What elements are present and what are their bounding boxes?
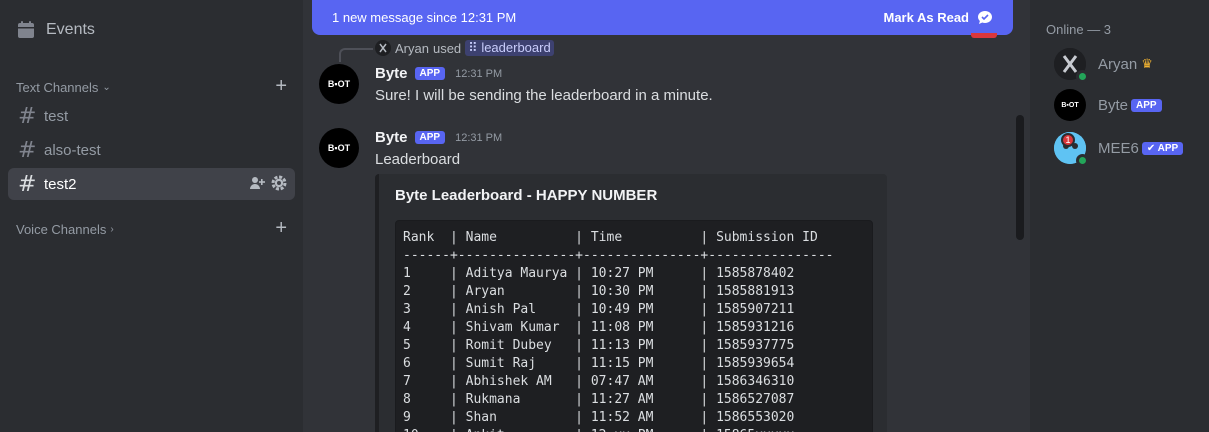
events-label: Events (46, 21, 95, 38)
message-header: Byte APP 12:31 PM (375, 65, 502, 82)
author-name[interactable]: Byte (375, 129, 408, 146)
channel-label: test2 (44, 175, 77, 193)
channel-item-test2[interactable]: # test2 (8, 168, 295, 200)
channel-label: test (44, 107, 69, 125)
leaderboard-code-block: Rank | Name | Time | Submission ID -----… (395, 220, 873, 432)
member-list: Online — 3 Aryan ♛ B▪OT Byte APP 1 MEE6 … (1030, 0, 1209, 432)
bot-logo-icon: B▪OT (327, 79, 351, 89)
avatar: B▪OT (1054, 89, 1086, 121)
chat-area: 1 new message since 12:31 PM Mark As Rea… (303, 0, 1030, 432)
author-name[interactable]: Byte (375, 65, 408, 82)
checkmark-icon: ✔ (1146, 142, 1158, 154)
channel-item-also-test[interactable]: # also-test (8, 134, 295, 166)
member-name: Byte (1098, 96, 1129, 114)
mark-as-read-label: Mark As Read (883, 10, 970, 25)
channel-label: also-test (44, 141, 101, 159)
member-name: MEE6 (1098, 139, 1139, 157)
mark-as-read-button[interactable]: Mark As Read (884, 10, 994, 26)
online-heading: Online — 3 (1046, 22, 1112, 37)
member-item-byte[interactable]: B▪OT Byte APP (1054, 84, 1204, 126)
leaderboard-embed: Byte Leaderboard - HAPPY NUMBER Rank | N… (375, 174, 887, 432)
notification-badge: 1 (1061, 133, 1075, 147)
add-channel-icon[interactable]: + (275, 217, 287, 239)
avatar: 1 (1054, 132, 1089, 167)
category-text-channels[interactable]: Text Channels ⌄ + (8, 75, 295, 99)
member-name: Aryan (1098, 55, 1138, 73)
user-avatar-small-icon (375, 40, 391, 56)
calendar-icon (18, 21, 34, 38)
category-label: Text Channels (16, 79, 99, 95)
message-content: Leaderboard (375, 151, 461, 168)
embed-title: Byte Leaderboard - HAPPY NUMBER (395, 187, 658, 204)
app-badge: APP (414, 67, 446, 80)
slash-command-chip[interactable]: ⠿ leaderboard (465, 40, 554, 56)
app-badge: APP (414, 131, 446, 144)
mark-read-icon (978, 10, 992, 24)
message-content: Sure! I will be sending the leaderboard … (375, 87, 713, 104)
chevron-right-icon: › (110, 223, 114, 235)
hash-locked-icon: # (18, 103, 37, 129)
member-item-aryan[interactable]: Aryan ♛ (1054, 43, 1204, 85)
new-messages-text: 1 new message since 12:31 PM (332, 10, 517, 25)
reply-verb: used (432, 40, 462, 56)
avatar[interactable]: B▪OT (319, 128, 359, 168)
mention-badge (971, 33, 997, 38)
app-badge: APP (1131, 98, 1162, 112)
add-channel-icon[interactable]: + (275, 75, 287, 97)
command-reply-header: Aryan used ⠿ leaderboard (375, 40, 554, 56)
member-item-mee6[interactable]: 1 MEE6 ✔ APP (1054, 127, 1204, 169)
new-messages-bar[interactable]: 1 new message since 12:31 PM Mark As Rea… (312, 0, 1013, 35)
online-status-icon (1076, 70, 1089, 83)
reply-user[interactable]: Aryan (395, 41, 429, 56)
online-status-icon (1076, 154, 1089, 167)
bot-logo-icon: B▪OT (327, 143, 351, 153)
chat-scrollbar[interactable] (1016, 115, 1024, 240)
reply-spine (339, 48, 373, 62)
timestamp: 12:31 PM (455, 131, 503, 144)
channel-item-test[interactable]: # test (8, 100, 295, 132)
avatar (1054, 48, 1089, 83)
message-header: Byte APP 12:31 PM (375, 129, 502, 146)
command-name: leaderboard (481, 40, 551, 55)
invite-icon[interactable] (249, 175, 265, 191)
gear-icon[interactable] (271, 175, 287, 191)
hash-icon: # (18, 171, 37, 197)
command-icon: ⠿ (468, 40, 482, 55)
app-badge-label: APP (1157, 142, 1179, 154)
channel-actions (249, 175, 287, 191)
hash-icon: # (18, 137, 37, 163)
avatar[interactable]: B▪OT (319, 64, 359, 104)
channel-sidebar: Events Text Channels ⌄ + # test # also-t… (0, 0, 303, 432)
category-voice-channels[interactable]: Voice Channels › + (8, 217, 295, 241)
verified-app-badge: ✔ APP (1141, 141, 1184, 155)
category-label: Voice Channels (16, 221, 107, 237)
timestamp: 12:31 PM (455, 67, 503, 80)
events-item[interactable]: Events (8, 14, 295, 46)
chevron-down-icon: ⌄ (102, 81, 111, 93)
crown-icon: ♛ (1141, 56, 1153, 71)
bot-logo-icon: B▪OT (1061, 101, 1079, 109)
